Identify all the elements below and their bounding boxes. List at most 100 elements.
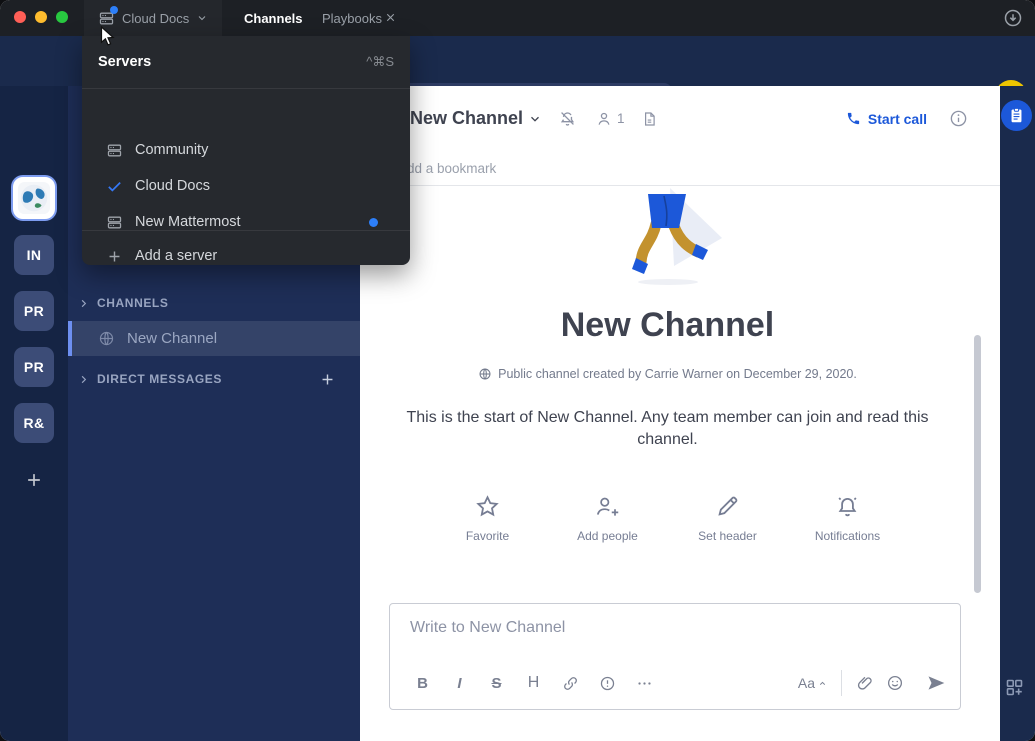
app-bar xyxy=(1000,86,1035,741)
pencil-icon xyxy=(714,493,741,520)
servers-shortcut: ^⌘S xyxy=(366,54,394,70)
action-label: Notifications xyxy=(815,529,880,543)
toolbar-divider xyxy=(841,670,842,696)
italic-button[interactable]: I xyxy=(441,675,478,692)
chevron-down-icon[interactable] xyxy=(528,112,542,126)
add-people-button[interactable]: Add people xyxy=(562,493,654,543)
start-call-label: Start call xyxy=(868,111,927,127)
set-header-button[interactable]: Set header xyxy=(682,493,774,543)
zoom-window-button[interactable] xyxy=(56,11,68,23)
server-icon xyxy=(106,214,123,231)
person-icon xyxy=(595,110,613,128)
playbooks-app-button[interactable] xyxy=(1001,100,1032,131)
server-unread-dot xyxy=(110,6,118,14)
star-icon xyxy=(474,493,501,520)
intro-description: This is the start of New Channel. Any te… xyxy=(390,407,946,451)
servers-dropdown-menu: Servers ^⌘S Community Cloud Docs New Mat… xyxy=(82,36,410,265)
link-icon xyxy=(562,675,579,692)
team-avatar-pr-2[interactable]: PR xyxy=(14,347,54,387)
chevron-right-icon xyxy=(78,298,89,309)
tab-channels[interactable]: Channels xyxy=(244,0,303,36)
bell-icon xyxy=(834,493,861,520)
bold-button[interactable]: B xyxy=(404,675,441,692)
menu-item-new-mattermost[interactable]: New Mattermost xyxy=(82,204,410,240)
tab-playbooks[interactable]: Playbooks xyxy=(322,0,382,36)
sidebar-item-new-channel[interactable]: New Channel xyxy=(68,321,360,356)
channel-created-meta: Public channel created by Carrie Warner … xyxy=(360,367,975,381)
clipboard-icon xyxy=(1008,107,1025,124)
heading-button[interactable]: H xyxy=(515,674,552,692)
servers-menu-title: Servers xyxy=(98,54,151,70)
server-icon xyxy=(98,10,115,27)
action-label: Add people xyxy=(577,529,638,543)
attach-file-button[interactable] xyxy=(856,674,874,692)
menu-item-cloud-docs[interactable]: Cloud Docs xyxy=(82,168,410,204)
mattermost-window: Cloud Docs Channels Playbooks xyxy=(0,0,1035,741)
chevron-down-icon xyxy=(196,12,208,24)
channel-info-icon[interactable] xyxy=(949,109,968,128)
channel-name-label: New Channel xyxy=(127,330,217,347)
more-formatting-icon[interactable] xyxy=(626,675,663,692)
mouse-cursor xyxy=(100,26,118,48)
format-toggle-label: Aa xyxy=(798,675,815,691)
notifications-button[interactable]: Notifications xyxy=(802,493,894,543)
minimize-window-button[interactable] xyxy=(35,11,47,23)
pinned-files-icon[interactable] xyxy=(641,110,658,128)
member-count: 1 xyxy=(617,111,625,126)
direct-messages-category[interactable]: DIRECT MESSAGES xyxy=(78,372,222,386)
team-initials: IN xyxy=(27,247,42,263)
team-sidebar: IN PR PR R& xyxy=(0,86,68,741)
priority-alert-icon[interactable] xyxy=(589,675,626,692)
link-button[interactable] xyxy=(552,675,589,692)
person-plus-icon xyxy=(594,493,622,520)
download-icon[interactable] xyxy=(1003,8,1023,28)
title-bar: Cloud Docs Channels Playbooks xyxy=(0,0,1035,36)
channel-intro: New Channel Public channel created by Ca… xyxy=(360,186,975,543)
globe-earth-icon xyxy=(17,181,51,215)
formatting-toolbar: B I S H Aa xyxy=(404,667,946,699)
channels-category[interactable]: CHANNELS xyxy=(78,296,168,310)
add-bookmark-label: Add a bookmark xyxy=(398,161,496,176)
phone-icon xyxy=(846,111,861,126)
add-server-button[interactable]: Add a server xyxy=(82,238,410,274)
channel-title[interactable]: New Channel xyxy=(410,108,523,129)
message-input[interactable] xyxy=(408,618,928,638)
paperclip-icon xyxy=(856,674,874,692)
start-call-button[interactable]: Start call xyxy=(846,111,927,127)
send-button[interactable] xyxy=(926,673,946,693)
globe-channel-icon xyxy=(98,330,115,347)
team-initials: R& xyxy=(23,415,44,431)
apps-marketplace-icon[interactable] xyxy=(1004,677,1025,698)
menu-item-community[interactable]: Community xyxy=(82,132,410,168)
team-avatar-in[interactable]: IN xyxy=(14,235,54,275)
servers-menu-header: Servers ^⌘S xyxy=(82,36,410,88)
chevron-right-icon xyxy=(78,374,89,385)
channel-header: New Channel 1 Start call xyxy=(360,86,1000,151)
created-by-text: Public channel created by Carrie Warner … xyxy=(498,367,857,381)
menu-divider xyxy=(82,230,410,231)
notifications-muted-bell-icon[interactable] xyxy=(558,109,577,128)
server-icon xyxy=(106,142,123,159)
scrollbar-thumb[interactable] xyxy=(974,335,981,593)
members-button[interactable]: 1 xyxy=(595,110,625,128)
alert-circle-icon xyxy=(599,675,616,692)
team-initials: PR xyxy=(24,303,44,319)
team-avatar-globe[interactable] xyxy=(11,175,57,221)
add-direct-message-plus-icon[interactable] xyxy=(319,371,336,388)
close-tab-icon[interactable] xyxy=(384,11,397,24)
bookmark-bar[interactable]: Add a bookmark xyxy=(360,151,1000,186)
team-avatar-r-and[interactable]: R& xyxy=(14,403,54,443)
team-avatar-pr-1[interactable]: PR xyxy=(14,291,54,331)
menu-item-label: New Mattermost xyxy=(135,214,241,230)
smiley-icon xyxy=(886,674,904,692)
format-toggle-button[interactable]: Aa xyxy=(798,675,827,691)
menu-item-label: Community xyxy=(135,142,208,158)
close-window-button[interactable] xyxy=(14,11,26,23)
selected-channel-bar xyxy=(68,321,72,356)
emoji-button[interactable] xyxy=(886,674,904,692)
strikethrough-button[interactable]: S xyxy=(478,675,515,692)
chevron-up-icon xyxy=(818,679,827,688)
favorite-button[interactable]: Favorite xyxy=(442,493,534,543)
add-team-plus-icon[interactable] xyxy=(24,470,44,490)
check-icon xyxy=(106,178,123,195)
